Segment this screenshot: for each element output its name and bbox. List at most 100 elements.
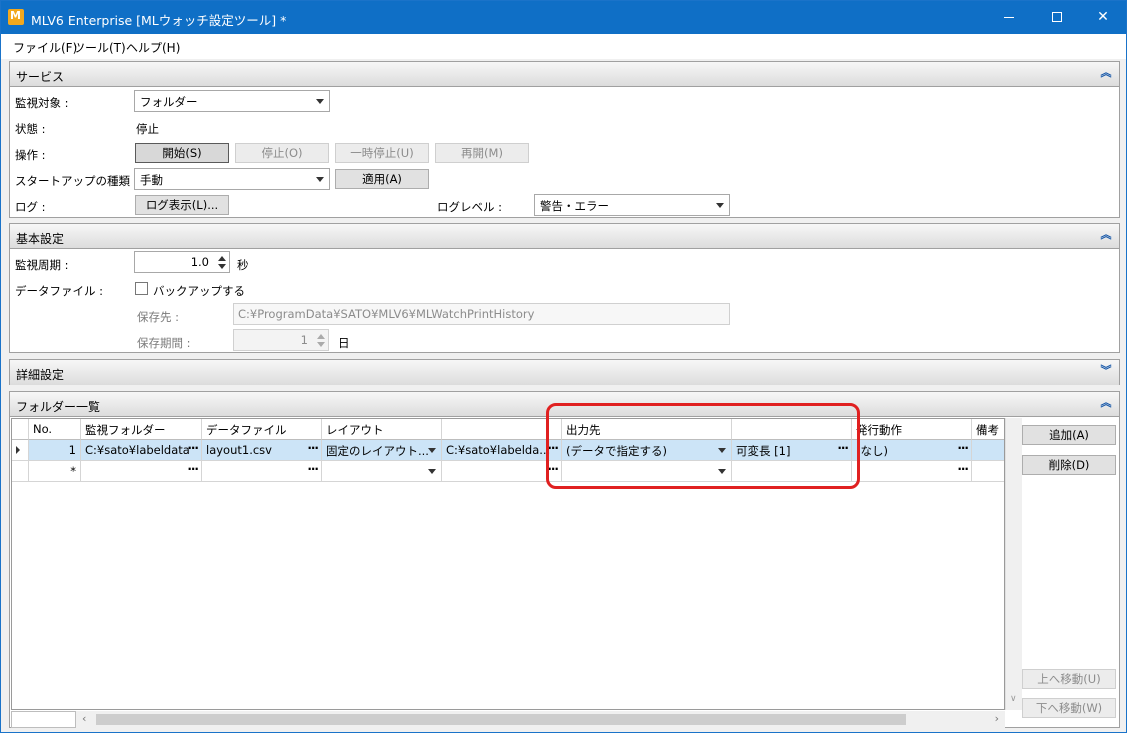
- maximize-button[interactable]: [1034, 1, 1080, 34]
- cell-output-extra[interactable]: [732, 461, 852, 482]
- browse-ellipsis-icon[interactable]: ···: [957, 462, 969, 476]
- detail-settings-header[interactable]: 詳細設定 ︾: [10, 360, 1119, 385]
- operation-label: 操作 :: [15, 148, 46, 162]
- menu-help[interactable]: ヘルプ(H): [126, 39, 180, 56]
- app-logo-icon: [8, 9, 24, 25]
- monitor-target-label: 監視対象 :: [15, 96, 69, 110]
- col-header-action[interactable]: 発行動作: [852, 419, 972, 440]
- close-button[interactable]: ✕: [1080, 1, 1126, 34]
- folder-list-header[interactable]: フォルダー一覧 ︽: [10, 392, 1119, 417]
- backup-checkbox[interactable]: [135, 282, 148, 295]
- chevron-down-icon[interactable]: [718, 448, 726, 453]
- scroll-right-icon[interactable]: ›: [995, 712, 999, 725]
- menu-tools[interactable]: ツール(T): [73, 39, 126, 56]
- grid-horizontal-scrollbar[interactable]: ‹ ›: [76, 711, 1005, 728]
- start-button[interactable]: 開始(S): [135, 143, 229, 163]
- save-period-value: 1: [300, 333, 308, 347]
- cell-output[interactable]: (データで指定する): [562, 440, 732, 461]
- cell-layout[interactable]: 固定のレイアウト...: [322, 440, 442, 461]
- cell-datafile[interactable]: ···: [202, 461, 322, 482]
- cell-output-extra-text: 可変長 [1]: [736, 444, 791, 458]
- state-value: 停止: [136, 122, 159, 136]
- scroll-down-icon[interactable]: ∨: [1010, 694, 1017, 704]
- cell-note[interactable]: [972, 461, 1004, 482]
- minimize-icon: [1004, 16, 1014, 18]
- basic-settings-header[interactable]: 基本設定 ︽: [10, 224, 1119, 249]
- add-button[interactable]: 追加(A): [1022, 425, 1116, 445]
- cell-output-extra[interactable]: 可変長 [1] ···: [732, 440, 852, 461]
- menu-file[interactable]: ファイル(F): [13, 39, 77, 56]
- interval-spinner[interactable]: 1.0: [134, 251, 230, 273]
- monitor-target-value: フォルダー: [140, 95, 198, 109]
- browse-ellipsis-icon[interactable]: ···: [187, 462, 199, 476]
- browse-ellipsis-icon[interactable]: ···: [187, 441, 199, 455]
- log-level-label: ログレベル :: [437, 200, 503, 214]
- service-group-header[interactable]: サービス ︽: [10, 62, 1119, 87]
- spin-up-icon[interactable]: [317, 334, 325, 339]
- startup-type-label: スタートアップの種類 :: [15, 174, 138, 188]
- log-level-select[interactable]: 警告・エラー: [534, 194, 730, 216]
- col-header-layout[interactable]: レイアウト: [322, 419, 442, 440]
- row-header[interactable]: [12, 461, 29, 482]
- minimize-button[interactable]: [986, 1, 1032, 34]
- col-header-no[interactable]: No.: [29, 419, 81, 440]
- cell-layout-path[interactable]: ···: [442, 461, 562, 482]
- cell-no[interactable]: 1: [29, 440, 81, 461]
- interval-value: 1.0: [190, 255, 209, 269]
- pause-button[interactable]: 一時停止(U): [335, 143, 429, 163]
- col-header-folder[interactable]: 監視フォルダー: [81, 419, 202, 440]
- save-dest-field[interactable]: C:¥ProgramData¥SATO¥MLV6¥MLWatchPrintHis…: [233, 303, 730, 325]
- startup-type-select[interactable]: 手動: [134, 168, 330, 190]
- basic-settings-group: 基本設定 ︽ 監視周期 : 1.0 秒 データファイル : バックアップする 保…: [9, 223, 1120, 353]
- monitor-target-select[interactable]: フォルダー: [134, 90, 330, 112]
- browse-ellipsis-icon[interactable]: ···: [547, 462, 559, 476]
- close-icon: ✕: [1097, 9, 1109, 25]
- col-header-datafile[interactable]: データファイル: [202, 419, 322, 440]
- grid-vertical-scrollbar[interactable]: ∨: [1005, 418, 1022, 710]
- col-header-output-extra[interactable]: [732, 419, 852, 440]
- cell-layout[interactable]: [322, 461, 442, 482]
- cell-layout-path[interactable]: C:¥sato¥labelda... ···: [442, 440, 562, 461]
- row-header[interactable]: [12, 440, 29, 461]
- cell-folder[interactable]: ···: [81, 461, 202, 482]
- move-down-button[interactable]: 下へ移動(W): [1022, 698, 1116, 718]
- move-up-button[interactable]: 上へ移動(U): [1022, 669, 1116, 689]
- browse-ellipsis-icon[interactable]: ···: [547, 441, 559, 455]
- col-header-note[interactable]: 備考: [972, 419, 1004, 440]
- stop-button[interactable]: 停止(O): [235, 143, 329, 163]
- spin-down-icon[interactable]: [317, 342, 325, 347]
- browse-ellipsis-icon[interactable]: ···: [957, 441, 969, 455]
- save-period-spinner[interactable]: 1: [233, 329, 329, 351]
- scroll-thumb[interactable]: [96, 714, 906, 725]
- cell-action[interactable]: ···: [852, 461, 972, 482]
- cell-note[interactable]: [972, 440, 1004, 461]
- expand-chevron-icon[interactable]: ︾: [1099, 364, 1113, 378]
- col-header-output[interactable]: 出力先: [562, 419, 732, 440]
- folder-list-group: フォルダー一覧 ︽ No. 監視フォルダー データファイル レイアウト 出力先 …: [9, 391, 1120, 728]
- scroll-left-icon[interactable]: ‹: [82, 712, 86, 725]
- resume-button[interactable]: 再開(M): [435, 143, 529, 163]
- save-period-unit: 日: [338, 336, 350, 350]
- collapse-chevron-icon[interactable]: ︽: [1099, 228, 1113, 242]
- cell-datafile[interactable]: layout1.csv ···: [202, 440, 322, 461]
- collapse-chevron-icon[interactable]: ︽: [1099, 66, 1113, 80]
- save-dest-label: 保存先 :: [137, 310, 180, 324]
- chevron-down-icon[interactable]: [428, 448, 436, 453]
- chevron-down-icon[interactable]: [718, 469, 726, 474]
- spin-down-icon[interactable]: [218, 264, 226, 269]
- delete-button[interactable]: 削除(D): [1022, 455, 1116, 475]
- collapse-chevron-icon[interactable]: ︽: [1099, 396, 1113, 410]
- log-view-button[interactable]: ログ表示(L)...: [135, 195, 229, 215]
- chevron-down-icon[interactable]: [428, 469, 436, 474]
- spin-up-icon[interactable]: [218, 256, 226, 261]
- browse-ellipsis-icon[interactable]: ···: [307, 462, 319, 476]
- cell-layout-path-text: C:¥sato¥labelda...: [446, 443, 551, 457]
- browse-ellipsis-icon[interactable]: ···: [307, 441, 319, 455]
- apply-button[interactable]: 適用(A): [335, 169, 429, 189]
- cell-action[interactable]: (なし) ···: [852, 440, 972, 461]
- cell-folder[interactable]: C:¥sato¥labeldata ···: [81, 440, 202, 461]
- col-header-layout-path[interactable]: [442, 419, 562, 440]
- cell-output[interactable]: [562, 461, 732, 482]
- folder-grid: No. 監視フォルダー データファイル レイアウト 出力先 発行動作 備考 1 …: [11, 418, 1005, 710]
- browse-ellipsis-icon[interactable]: ···: [837, 441, 849, 455]
